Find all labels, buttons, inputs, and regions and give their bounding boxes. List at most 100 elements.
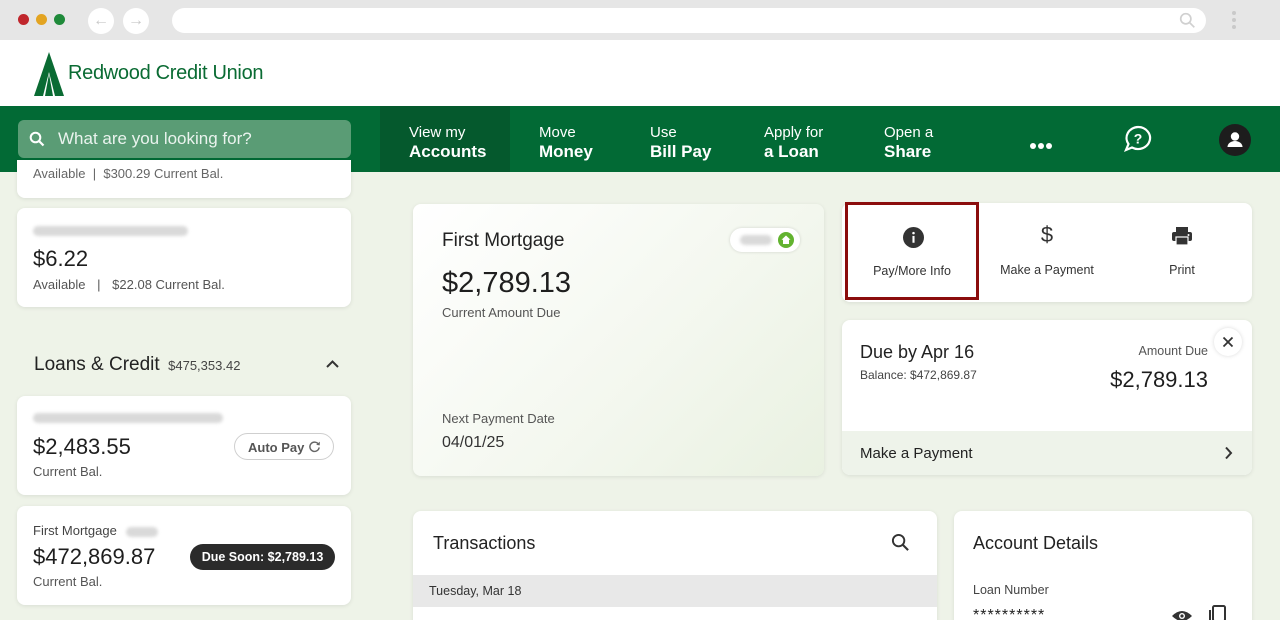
- forward-button[interactable]: →: [123, 8, 149, 34]
- window-minimize-button[interactable]: [36, 14, 47, 25]
- account-card[interactable]: $6.22 Available | $22.08 Current Bal.: [17, 208, 351, 307]
- mortgage-title: First Mortgage: [442, 230, 565, 251]
- blurred-loan-name: [33, 413, 223, 423]
- amount-due-value: $2,789.13: [1110, 367, 1208, 392]
- loan-card[interactable]: $2,483.55 Current Bal. Auto Pay: [17, 396, 351, 495]
- nav-label-line1: Open a: [884, 124, 934, 141]
- pay-more-info-button[interactable]: Pay/More Info: [845, 202, 979, 300]
- action-label: Pay/More Info: [873, 264, 951, 278]
- loan-number-value: **********: [973, 607, 1046, 620]
- window-maximize-button[interactable]: [54, 14, 65, 25]
- home-icon: [778, 232, 794, 248]
- site-header: Redwood Credit Union: [0, 40, 1280, 106]
- nav-label-line2: Share: [884, 142, 932, 161]
- browser-menu-icon[interactable]: [1228, 8, 1240, 34]
- nav-label-line2: Bill Pay: [650, 142, 712, 161]
- due-payment-card: Due by Apr 16 Balance: $472,869.87 Amoun…: [842, 320, 1252, 475]
- blurred-account-name: [33, 226, 188, 236]
- nav-label-line1: Use: [650, 124, 677, 141]
- info-icon: [903, 227, 924, 248]
- nav-label-line2: Accounts: [409, 142, 487, 161]
- actions-card: Pay/More Info $ Make a Payment Print: [842, 202, 1252, 302]
- nav-label-line2: Money: [539, 142, 593, 161]
- account-amount: $6.22: [33, 246, 89, 271]
- blurred-tag-text: [740, 235, 772, 245]
- action-label: Print: [1169, 263, 1195, 277]
- account-tag: [730, 228, 800, 252]
- back-button[interactable]: ←: [88, 8, 114, 34]
- separator: |: [97, 277, 101, 292]
- section-total: $475,353.42: [168, 358, 241, 373]
- more-menu-icon[interactable]: [1030, 136, 1054, 149]
- nav-view-accounts[interactable]: View my Accounts: [380, 106, 510, 172]
- loan-balance-label: Current Bal.: [33, 464, 103, 479]
- due-soon-badge[interactable]: Due Soon: $2,789.13: [190, 544, 335, 570]
- account-details-title: Account Details: [973, 533, 1099, 553]
- section-title: Loans & Credit: [34, 354, 160, 375]
- nav-open-share[interactable]: Open a Share: [884, 106, 974, 172]
- available-label: Available: [33, 277, 86, 292]
- eye-icon[interactable]: [1171, 609, 1193, 620]
- amount-due-label: Current Amount Due: [442, 305, 561, 320]
- printer-icon: [1172, 227, 1192, 246]
- mortgage-loan-card[interactable]: First Mortgage $472,869.87 Current Bal. …: [17, 506, 351, 605]
- due-balance: Balance: $472,869.87: [860, 368, 977, 382]
- nav-label-line1: Apply for: [764, 124, 824, 141]
- account-balance-text: Available | $300.29 Current Bal.: [33, 166, 224, 181]
- action-label: Make a Payment: [1000, 263, 1094, 277]
- loan-number-label: Loan Number: [973, 583, 1049, 597]
- current-balance: $22.08 Current Bal.: [112, 277, 225, 292]
- search-icon[interactable]: [891, 533, 910, 552]
- nav-move-money[interactable]: Move Money: [539, 106, 629, 172]
- search-box[interactable]: [18, 120, 351, 158]
- nav-label-line2: a Loan: [764, 142, 819, 161]
- make-payment-link[interactable]: Make a Payment: [842, 431, 1252, 475]
- nav-apply-loan[interactable]: Apply for a Loan: [764, 106, 864, 172]
- nav-bill-pay[interactable]: Use Bill Pay: [650, 106, 740, 172]
- transactions-title: Transactions: [433, 533, 536, 553]
- mortgage-summary-card: First Mortgage $2,789.13 Current Amount …: [413, 204, 824, 476]
- transactions-card: Transactions Tuesday, Mar 18: [413, 511, 937, 620]
- loan-name: First Mortgage: [33, 523, 159, 538]
- close-button[interactable]: [1214, 328, 1242, 356]
- chevron-up-icon[interactable]: [325, 359, 340, 369]
- browser-chrome: ← →: [0, 0, 1280, 40]
- svg-text:?: ?: [1134, 131, 1143, 147]
- copy-icon[interactable]: [1208, 605, 1226, 620]
- due-title: Due by Apr 16: [860, 342, 975, 362]
- user-profile-button[interactable]: [1219, 124, 1251, 156]
- loan-name-text: First Mortgage: [33, 523, 117, 538]
- redwood-logo-icon[interactable]: [34, 52, 64, 96]
- loan-balance-label: Current Bal.: [33, 574, 103, 589]
- chevron-right-icon: [1225, 446, 1233, 460]
- loans-credit-header[interactable]: Loans & Credit $475,353.42: [34, 354, 240, 376]
- autopay-badge[interactable]: Auto Pay: [234, 433, 334, 460]
- logo-text[interactable]: Redwood Credit Union: [68, 62, 264, 85]
- blurred-loan-suffix: [126, 526, 159, 537]
- search-icon: [29, 131, 45, 147]
- search-icon: [1179, 12, 1195, 28]
- refresh-icon: [309, 441, 320, 453]
- account-balance-line: Available | $22.08 Current Bal.: [33, 277, 225, 292]
- nav-label-line1: Move: [539, 124, 576, 141]
- close-icon: [1222, 336, 1234, 348]
- mortgage-amount-due: $2,789.13: [442, 267, 572, 299]
- help-chat-icon[interactable]: ?: [1123, 124, 1153, 154]
- make-payment-label: Make a Payment: [860, 445, 973, 462]
- print-button[interactable]: Print: [1117, 203, 1247, 302]
- date-header-row: Tuesday, Mar 18: [413, 575, 937, 607]
- search-input[interactable]: [58, 120, 343, 158]
- nav-label-line1: View my: [409, 124, 466, 141]
- user-icon: [1227, 132, 1243, 147]
- window-close-button[interactable]: [18, 14, 29, 25]
- account-details-card: Account Details Loan Number **********: [954, 511, 1252, 620]
- date-header: Tuesday, Mar 18: [429, 584, 522, 598]
- next-payment-label: Next Payment Date: [442, 411, 555, 426]
- loan-amount: $2,483.55: [33, 434, 131, 459]
- next-payment-date: 04/01/25: [442, 434, 505, 451]
- amount-due-label: Amount Due: [1138, 344, 1208, 358]
- address-bar[interactable]: [172, 8, 1206, 33]
- account-card-partial[interactable]: Available | $300.29 Current Bal.: [17, 160, 351, 198]
- make-payment-button[interactable]: $ Make a Payment: [982, 203, 1112, 302]
- dollar-icon: $: [1040, 222, 1054, 247]
